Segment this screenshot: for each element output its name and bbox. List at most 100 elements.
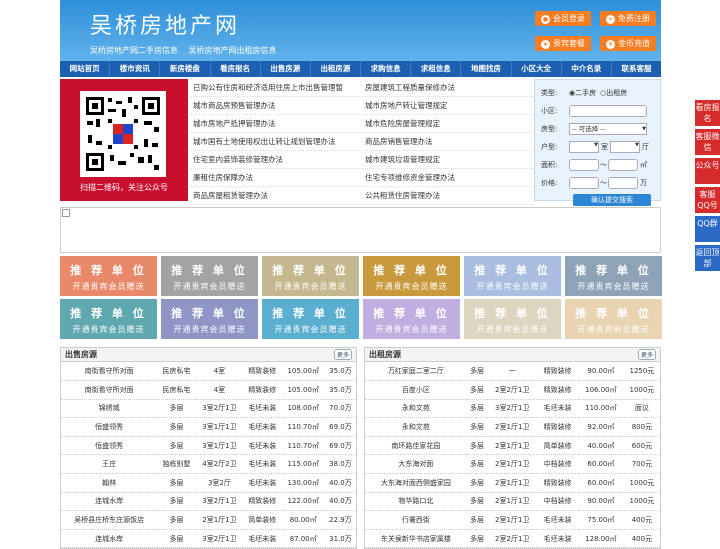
recommend-tile[interactable]: 推 荐 单 位开通贵宾会员赠送 <box>262 299 359 339</box>
table-row[interactable]: 东关侯新华书店家属楼 多层 2室2厅1卫 毛坯未装 128.00㎡ 400元 <box>365 529 660 549</box>
table-cell[interactable]: 恒盛领秀 <box>61 436 158 456</box>
nav-home[interactable]: 网站首页 <box>60 61 111 77</box>
side-service-qq[interactable]: 客服QQ号 <box>695 187 720 213</box>
policy-link[interactable]: 城市国有土地使用权出让转让规划管理办法 <box>190 133 362 150</box>
policy-link[interactable]: 房屋建筑工程质量保修办法 <box>362 79 534 96</box>
table-row[interactable]: 连城水岸 多层 3室2厅1卫 精致装修 122.00㎡ 40.0万 <box>61 492 356 512</box>
nav-wanted-rent[interactable]: 求租信息 <box>411 61 462 77</box>
nav-viewing-signup[interactable]: 看房报名 <box>211 61 261 77</box>
policy-link[interactable]: 已购公有住房和经济适用住房上市出售管理暂 <box>190 79 362 96</box>
table-cell[interactable]: 物华路口北 <box>365 492 467 512</box>
recommend-tile[interactable]: 推 荐 单 位开通贵宾会员赠送 <box>161 256 258 296</box>
recommend-tile[interactable]: 推 荐 单 位开通贵宾会员赠送 <box>363 256 460 296</box>
recommend-tile[interactable]: 推 荐 单 位开通贵宾会员赠送 <box>262 256 359 296</box>
policy-link[interactable]: 住宅专项维修资金管理办法 <box>362 169 534 186</box>
table-cell[interactable]: 连城水岸 <box>61 529 158 549</box>
table-cell[interactable]: 永和文苑 <box>365 399 467 419</box>
policy-link[interactable]: 公共租赁住房管理办法 <box>362 187 534 204</box>
nav-communities[interactable]: 小区大全 <box>512 61 562 77</box>
side-viewing-signup[interactable]: 看房报名 <box>695 100 720 126</box>
table-row[interactable]: 王庄 独栋别墅 4室2厅2卫 毛坯未装 115.00㎡ 38.0万 <box>61 454 356 475</box>
table-cell[interactable]: 南环路佳家花园 <box>365 436 467 456</box>
recommend-tile[interactable]: 推 荐 单 位开通贵宾会员赠送 <box>363 299 460 339</box>
recommend-tile[interactable]: 推 荐 单 位开通贵宾会员赠送 <box>161 299 258 339</box>
policy-link[interactable]: 廉租住房保障办法 <box>190 169 362 186</box>
table-row[interactable]: 大东海对面西侧盛家园 多层 2室1厅1卫 精致装修 60.00㎡ 1000元 <box>365 473 660 493</box>
recommend-tile[interactable]: 推 荐 单 位开通贵宾会员赠送 <box>464 299 561 339</box>
table-cell[interactable]: 行署西街 <box>365 510 467 530</box>
recommend-tile[interactable]: 推 荐 单 位开通贵宾会员赠送 <box>60 299 157 339</box>
table-row[interactable]: 南街看守所对面 民房私宅 4室 精致装修 105.00㎡ 35.0万 <box>61 362 356 382</box>
sale-more-link[interactable]: 更多 <box>333 349 352 360</box>
table-row[interactable]: 万红家庭二室二厅 多层一精致装修 90.00㎡ 1250元 <box>365 362 660 382</box>
nav-new-homes[interactable]: 新房楼盘 <box>160 61 211 77</box>
price-max-input[interactable] <box>608 177 638 189</box>
recommend-tile[interactable]: 推 荐 单 位开通贵宾会员赠送 <box>565 299 662 339</box>
recommend-tile[interactable]: 推 荐 单 位开通贵宾会员赠送 <box>60 256 157 296</box>
policy-link[interactable]: 城市房地产转让管理规定 <box>362 97 534 114</box>
table-cell[interactable]: 王庄 <box>61 454 158 475</box>
policy-link[interactable]: 住宅室内装饰装修管理办法 <box>190 151 362 168</box>
policy-link[interactable]: 城市建筑垃圾管理规定 <box>362 151 534 168</box>
login-button[interactable]: ● 会员登录 <box>535 11 591 26</box>
nav-news[interactable]: 楼市资讯 <box>110 61 161 77</box>
banner-image[interactable] <box>60 207 661 253</box>
slogan-rent-link[interactable]: 吴桥房地产网出租房信息 <box>189 46 277 55</box>
search-submit-button[interactable]: 确认提交搜索 <box>573 194 651 206</box>
nav-for-sale[interactable]: 出售房源 <box>261 61 311 77</box>
table-cell[interactable]: 万红家庭二室二厅 <box>365 362 467 382</box>
policy-link[interactable]: 城市商品房预售管理办法 <box>190 97 362 114</box>
nav-wanted-buy[interactable]: 求购信息 <box>361 61 412 77</box>
table-row[interactable]: 大东海对面 多层 2室1厅1卫 中档装修 60.00㎡ 700元 <box>365 454 660 475</box>
table-cell[interactable]: 百度小区 <box>365 380 467 400</box>
table-row[interactable]: 恒盛领秀 多层 3室1厅1卫 毛坯未装 110.70㎡ 69.0万 <box>61 436 356 456</box>
hall-select[interactable]: ▼ <box>610 141 640 153</box>
table-row[interactable]: 行署西街 多层 2室1厅1卫 毛坯未装 75.00㎡ 400元 <box>365 510 660 530</box>
recommend-tile[interactable]: 推 荐 单 位开通贵宾会员赠送 <box>464 256 561 296</box>
table-row[interactable]: 百度小区 多层 2室2厅1卫 精致装修 106.00㎡ 1000元 <box>365 380 660 400</box>
table-cell[interactable]: 南街看守所对面 <box>61 380 158 400</box>
table-row[interactable]: 连城水岸 多层 3室2厅1卫 毛坯未装 87.00㎡ 31.0万 <box>61 529 356 549</box>
table-cell[interactable]: 锦绣城 <box>61 399 158 419</box>
table-cell[interactable]: 大东海对面西侧盛家园 <box>365 473 467 493</box>
slogan-sale-link[interactable]: 吴桥房地产网二手房信息 <box>90 46 178 55</box>
room-select[interactable]: ▼ <box>569 141 599 153</box>
table-row[interactable]: 吴桥县庄桥东庄源饭店 多层 2室1厅1卫 简单装修 80.00㎡ 22.9万 <box>61 510 356 530</box>
table-cell[interactable]: 永和文苑 <box>365 417 467 437</box>
table-cell[interactable]: 连城水岸 <box>61 492 158 512</box>
table-cell[interactable]: 南街看守所对面 <box>61 362 158 382</box>
policy-link[interactable]: 商品房屋租赁管理办法 <box>190 187 362 204</box>
vip-package-button[interactable]: ★ 贵宾套餐 <box>535 36 591 51</box>
table-cell[interactable]: 大东海对面 <box>365 454 467 475</box>
policy-link[interactable]: 城市房地产抵押管理办法 <box>190 115 362 132</box>
nav-map-search[interactable]: 地图找房 <box>461 61 512 77</box>
table-cell[interactable]: 吴桥县庄桥东庄源饭店 <box>61 510 158 530</box>
table-cell[interactable]: 东关侯新华书店家属楼 <box>365 529 467 549</box>
register-button[interactable]: + 免费注册 <box>600 11 656 26</box>
side-back-to-top[interactable]: 返回顶部 <box>695 245 720 271</box>
table-row[interactable]: 永和文苑 多层 3室2厅1卫 毛坯未装 110.00㎡ 面议 <box>365 399 660 419</box>
nav-contact[interactable]: 联系客服 <box>612 61 661 77</box>
table-cell[interactable]: 翰林 <box>61 473 158 493</box>
table-row[interactable]: 南环路佳家花园 多层 2室1厅1卫 简单装修 40.00㎡ 600元 <box>365 436 660 456</box>
policy-link[interactable]: 城市危险房屋管理规定 <box>362 115 534 132</box>
coin-recharge-button[interactable]: ¥ 金币充值 <box>600 36 656 51</box>
side-service-wechat[interactable]: 客服微信 <box>695 129 720 155</box>
table-cell[interactable]: 恒盛领秀 <box>61 417 158 437</box>
area-min-input[interactable] <box>569 159 599 171</box>
table-row[interactable]: 恒盛领秀 多层 3室1厅1卫 毛坯未装 110.70㎡ 69.0万 <box>61 417 356 437</box>
table-row[interactable]: 翰林 多层 3室2厅 毛坯未装 130.00㎡ 40.0万 <box>61 473 356 493</box>
table-row[interactable]: 永和文苑 多层 2室1厅1卫 精致装修 92.00㎡ 800元 <box>365 417 660 437</box>
rent-more-link[interactable]: 更多 <box>637 349 656 360</box>
recommend-tile[interactable]: 推 荐 单 位开通贵宾会员赠送 <box>565 256 662 296</box>
housetype-select[interactable]: -- 可选择 -- ▼ <box>569 123 647 135</box>
table-row[interactable]: 南街看守所对面 民房私宅 4室 精致装修 105.00㎡ 35.0万 <box>61 380 356 400</box>
price-min-input[interactable] <box>569 177 599 189</box>
site-logo[interactable]: 吴桥房地产网 <box>90 8 240 40</box>
table-row[interactable]: 物华路口北 多层 2室1厅1卫 中档装修 90.00㎡ 1000元 <box>365 492 660 512</box>
nav-for-rent[interactable]: 出租房源 <box>311 61 362 77</box>
side-official-account[interactable]: 公众号 <box>695 158 720 184</box>
side-qq-group[interactable]: QQ群 <box>695 216 720 242</box>
nav-agencies[interactable]: 中介名录 <box>562 61 612 77</box>
table-row[interactable]: 锦绣城 多层 3室2厅1卫 毛坯未装 108.00㎡ 70.0万 <box>61 399 356 419</box>
